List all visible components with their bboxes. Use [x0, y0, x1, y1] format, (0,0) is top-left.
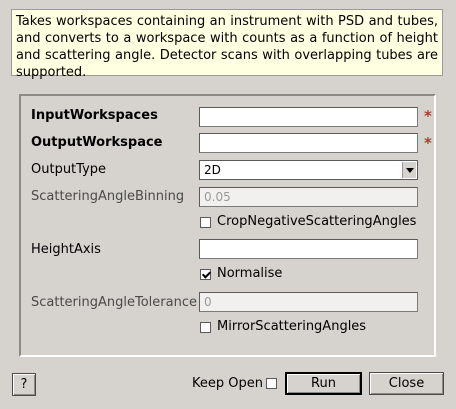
output-type-label: OutputType: [31, 162, 107, 177]
height-axis-field[interactable]: [199, 239, 418, 259]
keep-open-checkbox[interactable]: [266, 378, 277, 389]
input-workspaces-label: InputWorkspaces: [31, 108, 158, 123]
close-button[interactable]: Close: [369, 372, 444, 395]
required-marker-icon: *: [424, 135, 432, 151]
crop-negative-checkbox[interactable]: [200, 217, 211, 228]
run-button[interactable]: Run: [285, 372, 362, 395]
scattering-angle-tolerance-field[interactable]: [199, 292, 418, 312]
normalise-checkbox[interactable]: [200, 269, 211, 280]
output-workspace-label: OutputWorkspace: [31, 135, 163, 150]
crop-negative-label: CropNegativeScatteringAngles: [217, 214, 417, 229]
scattering-angle-binning-label: ScatteringAngleBinning: [31, 189, 185, 204]
input-workspaces-field[interactable]: [199, 107, 418, 127]
height-axis-label: HeightAxis: [31, 242, 101, 257]
mirror-label: MirrorScatteringAngles: [217, 319, 367, 334]
chevron-down-icon[interactable]: [402, 162, 416, 178]
algorithm-description: Takes workspaces containing an instrumen…: [11, 9, 443, 80]
scattering-angle-binning-field[interactable]: [199, 187, 418, 207]
help-button[interactable]: ?: [12, 373, 36, 396]
mirror-checkbox[interactable]: [200, 322, 211, 333]
keep-open-label: Keep Open: [192, 376, 263, 391]
output-type-select[interactable]: 2D: [199, 160, 418, 180]
output-workspace-field[interactable]: [199, 133, 418, 153]
output-type-value: 2D: [204, 163, 221, 177]
normalise-label: Normalise: [217, 266, 283, 281]
scattering-angle-tolerance-label: ScatteringAngleTolerance: [31, 295, 197, 310]
required-marker-icon: *: [424, 108, 432, 124]
